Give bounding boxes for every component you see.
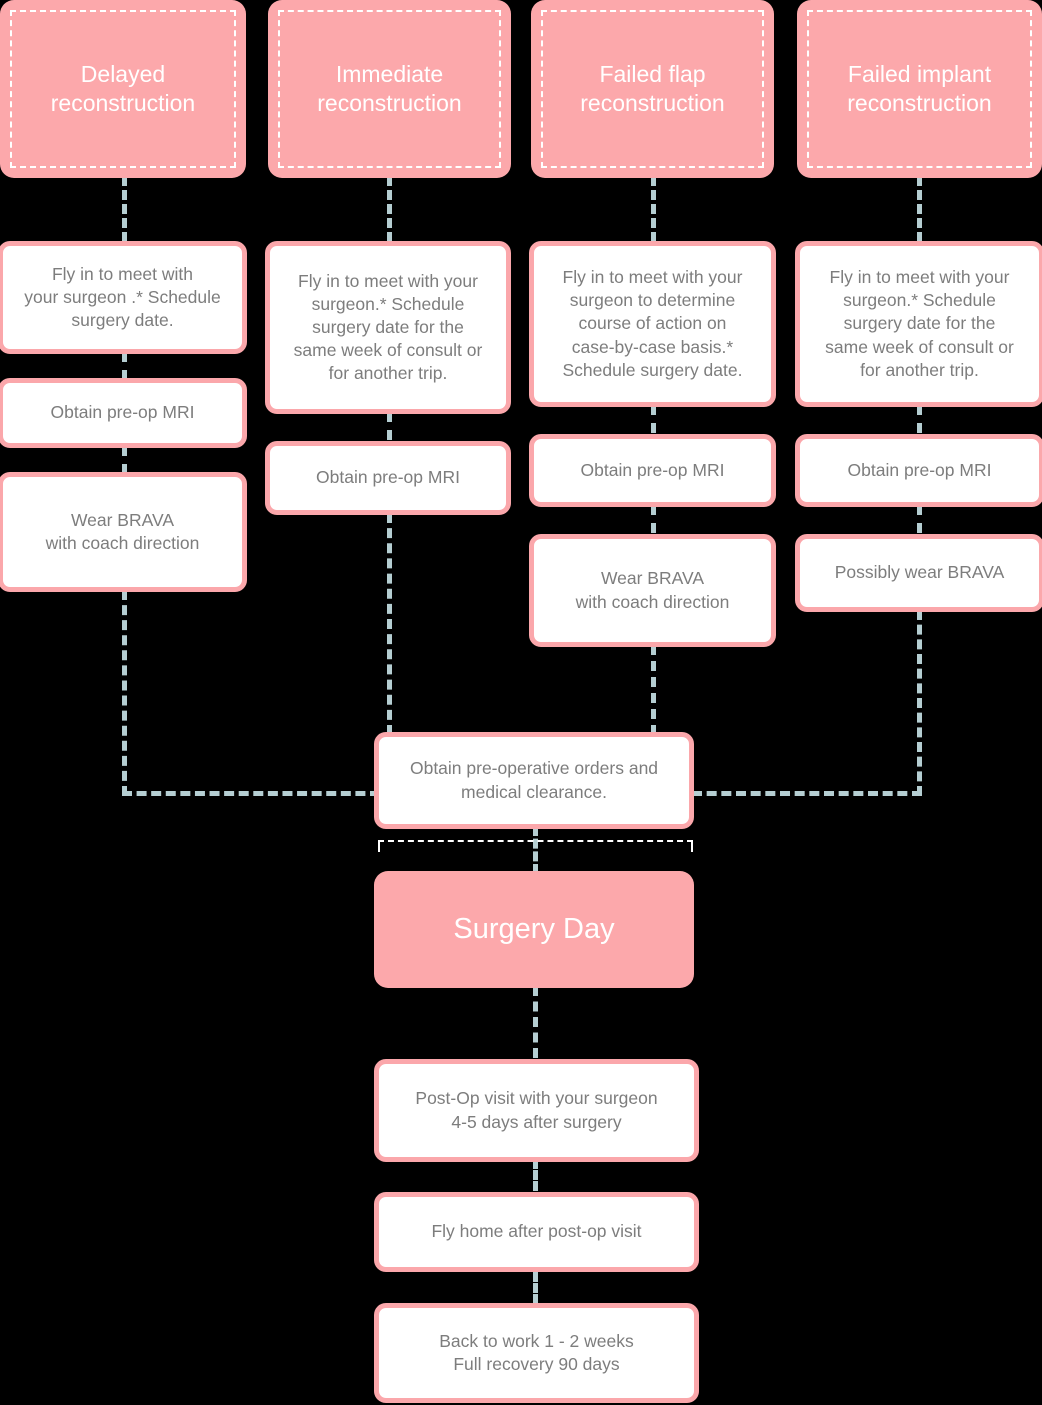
step-label: Obtain pre-operative orders and medical … — [409, 758, 659, 802]
step-flap-wear-brava[interactable]: Wear BRAVA with coach direction — [529, 534, 776, 647]
connector-immediate-header-to-step1 — [387, 176, 392, 242]
step-label: Wear BRAVA with coach direction — [575, 568, 730, 612]
step-delayed-wear-brava[interactable]: Wear BRAVA with coach direction — [0, 472, 247, 592]
connector-delayed-to-merge-rail — [122, 590, 127, 796]
connector-delayed-step1-to-step2 — [122, 352, 127, 380]
header-failed-implant-reconstruction[interactable]: Failed implant reconstruction — [797, 0, 1042, 178]
connector-delayed-header-to-step1 — [122, 176, 127, 242]
step-label: Wear BRAVA with coach direction — [45, 509, 200, 553]
step-label: Obtain pre-op MRI — [847, 459, 992, 480]
step-label: Back to work 1 - 2 weeks Full recovery 9… — [439, 1330, 634, 1374]
step-delayed-pre-op-mri[interactable]: Obtain pre-op MRI — [0, 378, 247, 448]
preop-orders-dashed-bracket — [378, 840, 693, 852]
connector-delayed-step2-to-step3 — [122, 446, 127, 474]
merge-rail-left — [122, 791, 380, 796]
step-label: Fly home after post-op visit — [431, 1221, 642, 1242]
merge-rail-right — [692, 791, 922, 796]
step-flap-pre-op-mri[interactable]: Obtain pre-op MRI — [529, 434, 776, 507]
header-failed-implant-label: Failed implant reconstruction — [847, 60, 992, 116]
connector-flap-to-preop-orders — [651, 645, 656, 735]
connector-fly-home-to-recovery — [533, 1272, 538, 1304]
connector-flap-step1-to-step2 — [651, 405, 656, 433]
step-label: Post-Op visit with your surgeon 4-5 days… — [415, 1088, 658, 1132]
step-label: Obtain pre-op MRI — [50, 402, 195, 423]
step-implant-pre-op-mri[interactable]: Obtain pre-op MRI — [795, 434, 1042, 507]
connector-implant-step1-to-step2 — [917, 405, 922, 433]
connector-immediate-step1-to-step2 — [387, 412, 392, 440]
header-delayed-label: Delayed reconstruction — [50, 60, 196, 116]
step-delayed-fly-in-consult[interactable]: Fly in to meet with your surgeon .* Sche… — [0, 241, 247, 354]
connector-implant-to-merge-rail — [917, 610, 922, 796]
milestone-surgery-day[interactable]: Surgery Day — [374, 871, 694, 988]
step-obtain-preoperative-orders[interactable]: Obtain pre-operative orders and medical … — [374, 732, 694, 829]
flowchart-canvas: Delayed reconstruction Immediate reconst… — [0, 0, 1042, 1405]
header-immediate-label: Immediate reconstruction — [317, 60, 462, 116]
step-back-to-work-recovery[interactable]: Back to work 1 - 2 weeks Full recovery 9… — [374, 1303, 699, 1403]
header-immediate-reconstruction[interactable]: Immediate reconstruction — [268, 0, 511, 178]
connector-implant-step2-to-step3 — [917, 505, 922, 533]
step-fly-home[interactable]: Fly home after post-op visit — [374, 1192, 699, 1272]
step-implant-fly-in-consult[interactable]: Fly in to meet with your surgeon.* Sched… — [795, 241, 1042, 407]
header-failed-flap-reconstruction[interactable]: Failed flap reconstruction — [531, 0, 774, 178]
step-label: Fly in to meet with your surgeon to dete… — [562, 267, 743, 380]
connector-postop-to-fly-home — [533, 1159, 538, 1191]
step-post-op-visit[interactable]: Post-Op visit with your surgeon 4-5 days… — [374, 1059, 699, 1162]
step-flap-fly-in-consult[interactable]: Fly in to meet with your surgeon to dete… — [529, 241, 776, 407]
step-immediate-fly-in-consult[interactable]: Fly in to meet with your surgeon.* Sched… — [265, 241, 511, 414]
surgery-day-label: Surgery Day — [453, 913, 615, 946]
header-delayed-reconstruction[interactable]: Delayed reconstruction — [0, 0, 246, 178]
connector-implant-header-to-step1 — [917, 176, 922, 242]
step-label: Fly in to meet with your surgeon .* Sche… — [24, 263, 221, 331]
step-label: Fly in to meet with your surgeon.* Sched… — [293, 270, 483, 384]
step-label: Obtain pre-op MRI — [316, 467, 460, 488]
step-implant-possibly-wear-brava[interactable]: Possibly wear BRAVA — [795, 534, 1042, 612]
step-label: Fly in to meet with your surgeon.* Sched… — [825, 267, 1014, 380]
connector-immediate-to-preop-orders — [387, 513, 392, 735]
connector-surgery-day-to-postop — [533, 986, 538, 1058]
step-immediate-pre-op-mri[interactable]: Obtain pre-op MRI — [265, 441, 511, 515]
step-label: Possibly wear BRAVA — [834, 562, 1005, 583]
connector-flap-header-to-step1 — [651, 176, 656, 242]
step-label: Obtain pre-op MRI — [580, 459, 725, 480]
header-failed-flap-label: Failed flap reconstruction — [580, 60, 725, 116]
connector-flap-step2-to-step3 — [651, 505, 656, 533]
